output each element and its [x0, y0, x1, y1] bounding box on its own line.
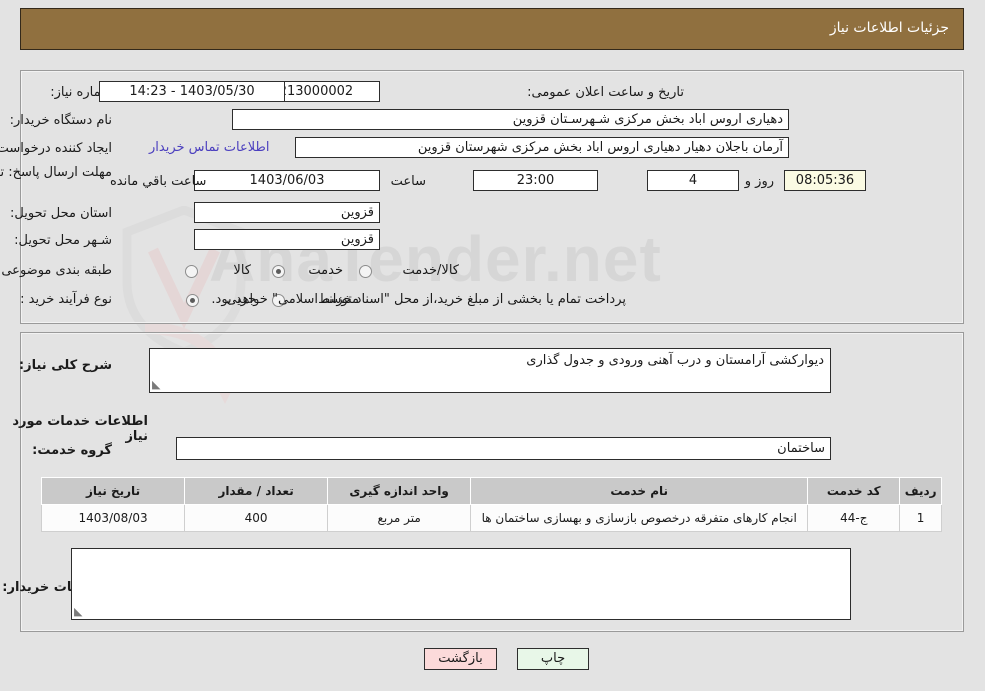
th-code: کد خدمت: [808, 477, 902, 505]
radio-category-khedmat[interactable]: [273, 265, 286, 278]
back-button[interactable]: بازگشت: [425, 648, 498, 670]
services-table: ردیف کد خدمت نام خدمت واحد اندازه گیری ت…: [41, 477, 943, 532]
purchase-type-label: نوع فرآیند خرید :: [21, 292, 113, 307]
cell-name: انجام کارهای متفرقه درخصوص بازسازی و بهس…: [471, 504, 810, 532]
need-summary-text: دیوارکشی آرامستان و درب آهنی ورودی و جدو…: [527, 353, 825, 368]
page-title: جزئیات اطلاعات نیاز: [830, 20, 950, 36]
cell-unit: متر مربع: [328, 504, 473, 532]
announce-datetime-value: 1403/05/30 - 14:23: [100, 81, 286, 102]
resize-grip-icon[interactable]: ◢: [153, 378, 165, 391]
deadline-days-value: 4: [648, 170, 740, 191]
radio-category-kala-khedmat[interactable]: [360, 265, 373, 278]
radio-category-kala[interactable]: [186, 265, 199, 278]
th-row: ردیف: [900, 477, 943, 505]
deadline-date-value: 1403/06/03: [195, 170, 381, 191]
buyer-notes-value[interactable]: ◢: [72, 548, 852, 620]
cell-qty: 400: [185, 504, 330, 532]
deadline-countdown-value: 08:05:36: [785, 170, 867, 191]
category-label: طبقه بندی موضوعی:: [0, 263, 113, 278]
print-button[interactable]: چاپ: [518, 648, 590, 670]
need-summary-value[interactable]: دیوارکشی آرامستان و درب آهنی ورودی و جدو…: [150, 348, 832, 393]
cell-row: 1: [900, 504, 943, 532]
province-value: قزوین: [195, 202, 381, 223]
city-label: شـهر محل تحویل:: [15, 233, 113, 248]
service-group-label: گروه خدمت:: [33, 443, 113, 458]
page-header-bar: جزئیات اطلاعات نیاز: [21, 8, 965, 50]
requester-label: ایجاد کننده درخواست:: [0, 141, 113, 156]
deadline-hour-label: ساعت: [391, 174, 427, 189]
cell-date: 1403/08/03: [41, 504, 187, 532]
buyer-org-value: دهیاری اروس اباد بخش مرکزی شـهرسـتان قزو…: [233, 109, 790, 130]
deadline-days-suffix: روز و: [745, 174, 775, 189]
th-name: نام خدمت: [471, 477, 810, 505]
requester-value: آرمان باجلان دهیار دهیاری اروس اباد بخش …: [296, 137, 790, 158]
radio-purchase-jozi[interactable]: [187, 294, 200, 307]
radio-category-kala-label: کالا: [234, 263, 252, 278]
deadline-countdown-suffix: ساعت باقي مانده: [111, 174, 208, 189]
table-header-row: ردیف کد خدمت نام خدمت واحد اندازه گیری ت…: [41, 477, 943, 505]
th-date: تاریخ نیاز: [41, 477, 187, 505]
th-unit: واحد اندازه گیری: [328, 477, 473, 505]
purchase-type-note: پرداخت تمام یا بخشی از مبلغ خرید،از محل …: [212, 292, 627, 307]
province-label: استان محل تحویل:: [11, 206, 113, 221]
announce-datetime-label: تاریخ و ساعت اعلان عمومی:: [528, 85, 685, 100]
radio-category-kala-khedmat-label: کالا/خدمت: [403, 263, 460, 278]
buyer-org-label: نام دستگاه خریدار:: [10, 113, 113, 128]
service-group-value: ساختمان: [177, 437, 832, 460]
buyer-contact-link[interactable]: اطلاعات تماس خریدار: [150, 140, 270, 155]
table-row: 1 ج-44 انجام کارهای متفرقه درخصوص بازساز…: [41, 504, 943, 532]
deadline-label: مهلت ارسال پاسخ: تا تاریخ:: [0, 165, 113, 180]
th-qty: تعداد / مقدار: [185, 477, 330, 505]
deadline-hour-value: 23:00: [474, 170, 599, 191]
services-section-title: اطلاعات خدمات مورد نیاز: [13, 414, 149, 444]
resize-grip-icon-notes[interactable]: ◢: [75, 605, 87, 618]
page-root: AnaTender.net جزئیات اطلاعات نیاز شماره …: [0, 0, 985, 691]
cell-code: ج-44: [808, 504, 902, 532]
city-value: قزوین: [195, 229, 381, 250]
radio-category-khedmat-label: خدمت: [309, 263, 344, 278]
need-summary-label: شرح کلی نیاز:: [19, 358, 113, 373]
